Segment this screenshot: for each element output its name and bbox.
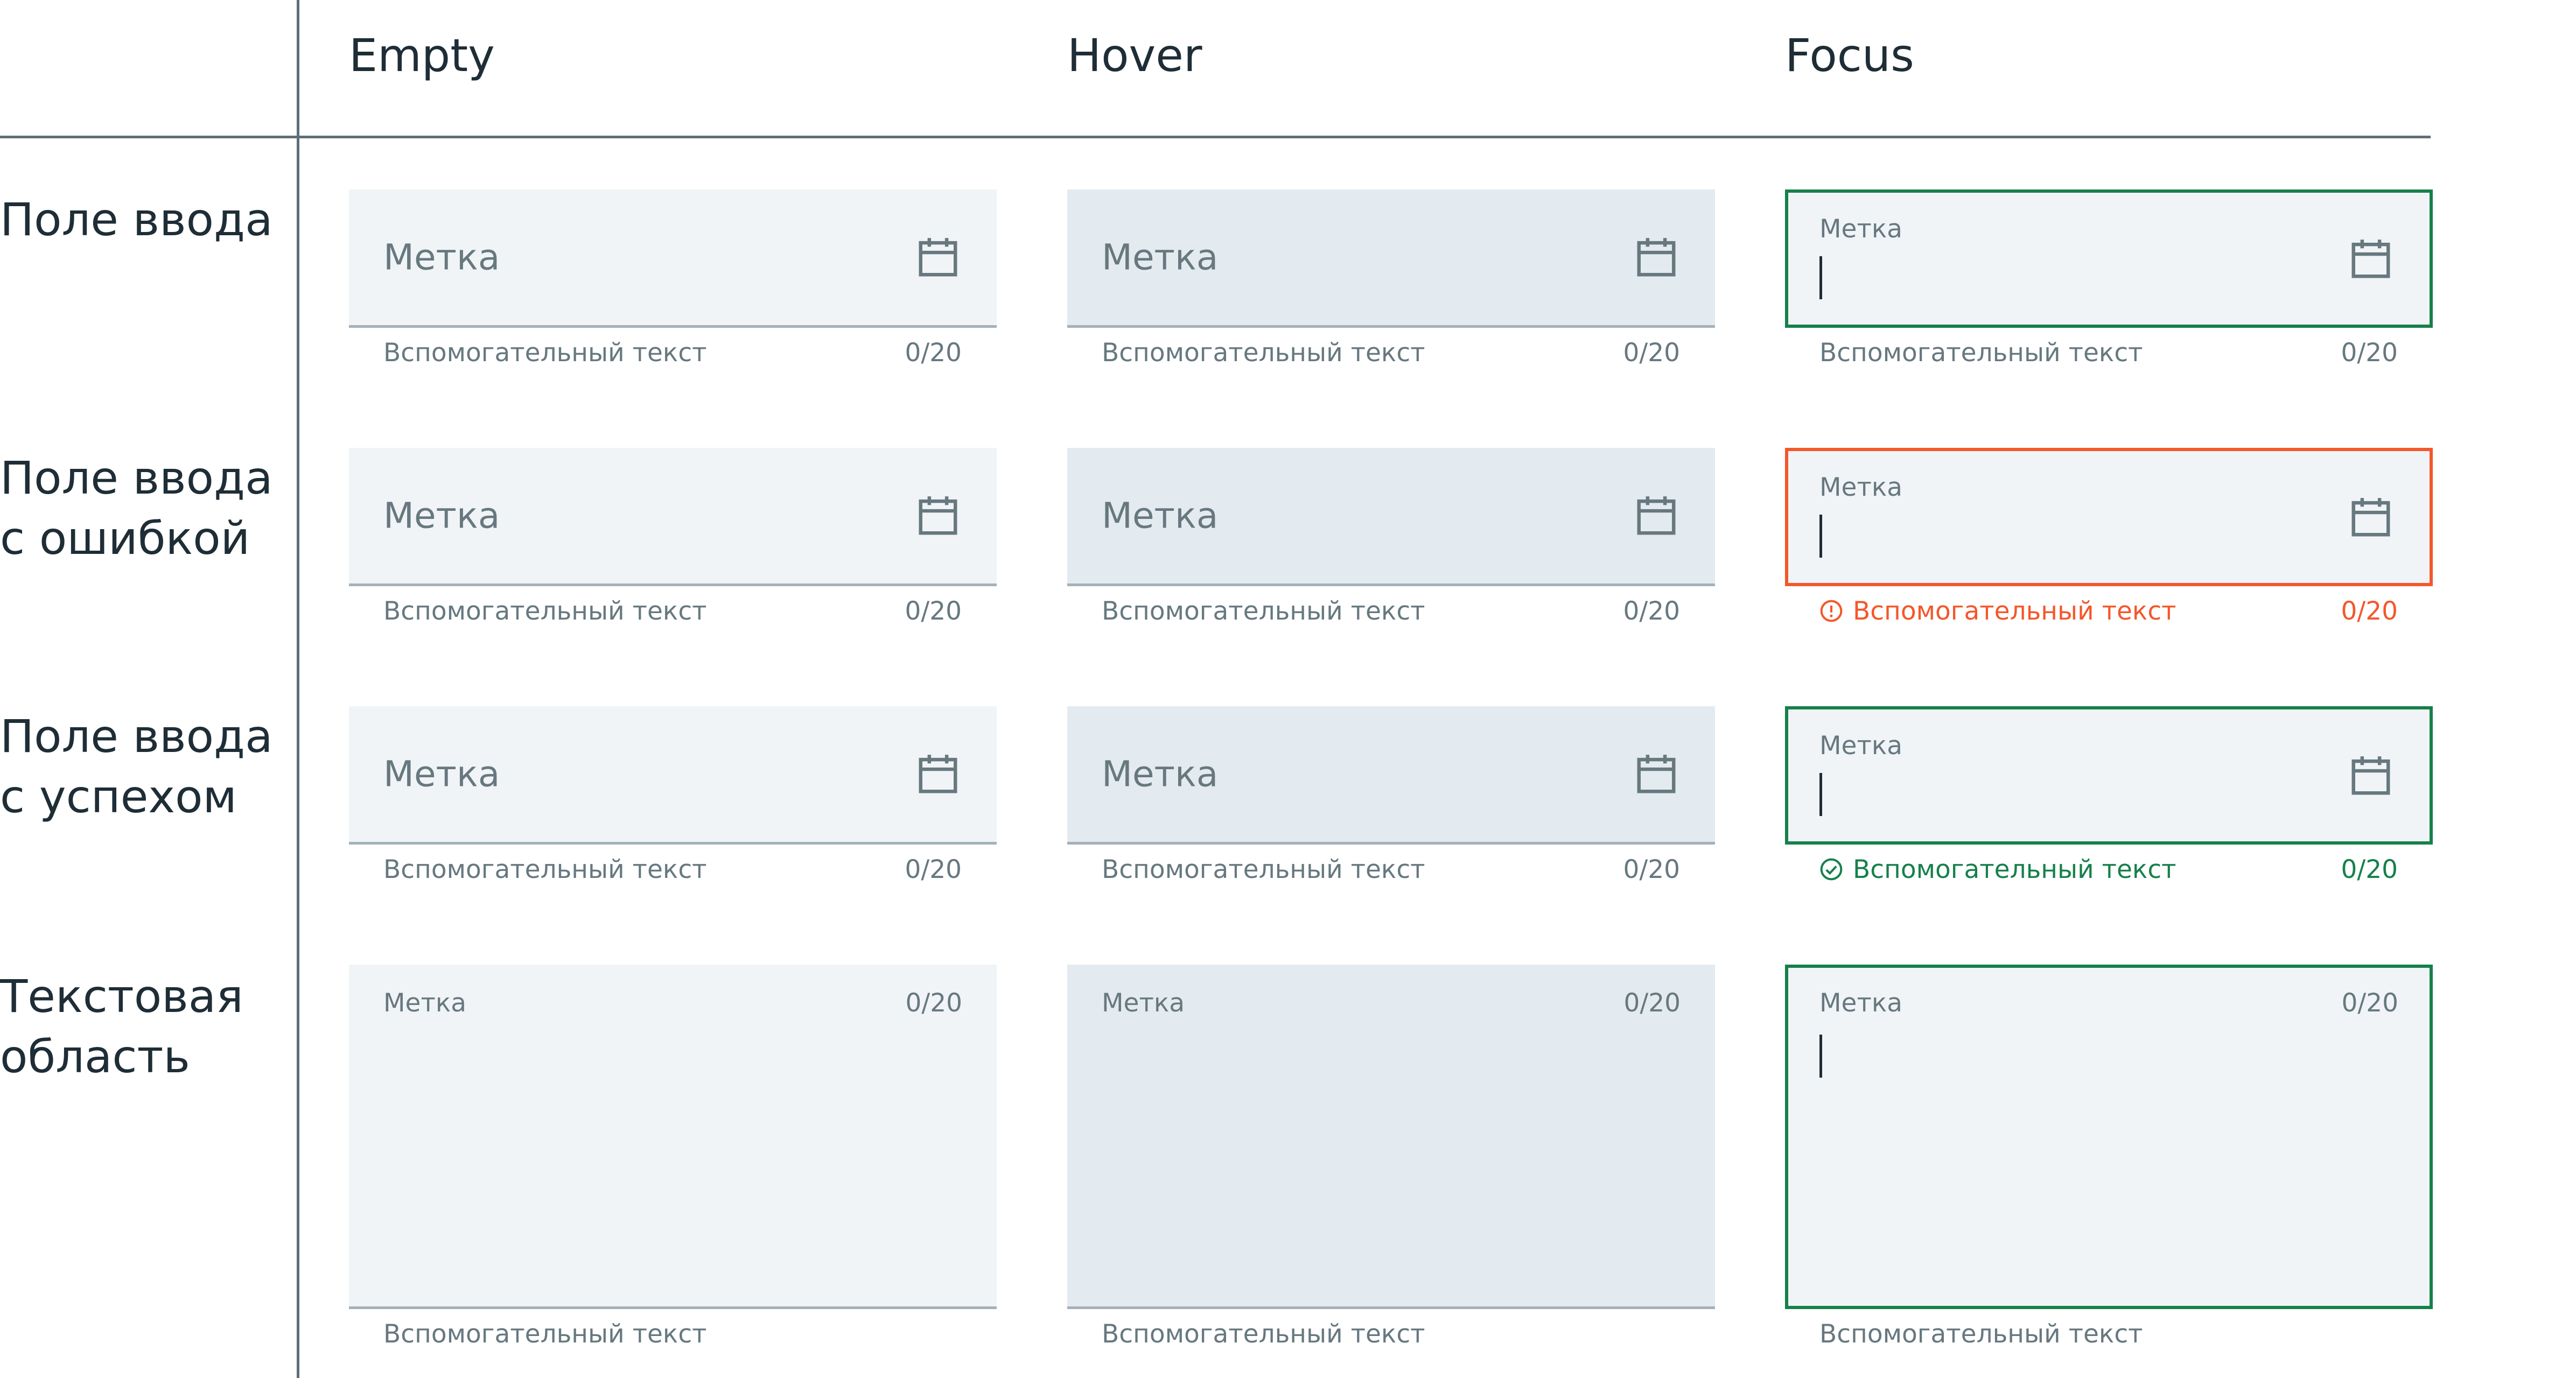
helper-text: Вспомогательный текст bbox=[1102, 596, 1425, 626]
char-counter: 0/20 bbox=[2341, 338, 2398, 368]
error-input-hover[interactable]: Метка bbox=[1067, 448, 1715, 586]
helper-text: Вспомогательный текст bbox=[1102, 338, 1425, 368]
text-input-focus[interactable]: Метка bbox=[1785, 189, 2433, 328]
text-cursor bbox=[1819, 515, 1822, 558]
input-placeholder: Метка bbox=[383, 495, 500, 537]
text-input-empty[interactable]: Метка bbox=[349, 189, 997, 328]
row-label-line: Поле ввода bbox=[0, 193, 273, 246]
helper-text: Вспомогательный текст bbox=[1853, 596, 2176, 626]
textarea-label: Метка bbox=[1102, 988, 1185, 1018]
char-counter: 0/20 bbox=[1623, 338, 1680, 368]
success-input-hover[interactable]: Метка bbox=[1067, 706, 1715, 845]
char-counter: 0/20 bbox=[1623, 855, 1680, 884]
error-helper-text: Вспомогательный текст bbox=[1819, 596, 2176, 626]
column-header-focus: Focus bbox=[1785, 29, 1914, 82]
calendar-icon[interactable] bbox=[2348, 753, 2394, 799]
text-cursor bbox=[1819, 773, 1822, 816]
row-label-line: Поле ввода bbox=[0, 452, 273, 504]
input-label: Метка bbox=[1819, 473, 1903, 502]
row-label-input: Поле ввода bbox=[0, 189, 273, 250]
helper-text: Вспомогательный текст bbox=[383, 596, 707, 626]
input-placeholder: Метка bbox=[383, 753, 500, 795]
text-input-hover[interactable]: Метка bbox=[1067, 189, 1715, 328]
textarea-label: Метка bbox=[383, 988, 467, 1018]
helper-text: Вспомогательный текст bbox=[1819, 338, 2143, 368]
check-circle-icon bbox=[1820, 858, 1843, 881]
char-counter: 0/20 bbox=[905, 338, 962, 368]
row-label-error: Поле ввода с ошибкой bbox=[0, 448, 273, 568]
alert-circle-icon bbox=[1820, 600, 1843, 622]
input-label: Метка bbox=[1819, 214, 1903, 244]
calendar-icon[interactable] bbox=[915, 493, 961, 539]
helper-text: Вспомогательный текст bbox=[1853, 855, 2176, 884]
calendar-icon[interactable] bbox=[2348, 236, 2394, 282]
char-counter: 0/20 bbox=[905, 988, 962, 1018]
column-divider bbox=[297, 0, 299, 1378]
column-header-hover: Hover bbox=[1067, 29, 1202, 82]
char-counter: 0/20 bbox=[2341, 988, 2398, 1018]
row-label-success: Поле ввода с успехом bbox=[0, 706, 273, 827]
error-input-empty[interactable]: Метка bbox=[349, 448, 997, 586]
error-input-focus[interactable]: Метка bbox=[1785, 448, 2433, 586]
helper-text: Вспомогательный текст bbox=[1102, 855, 1425, 884]
calendar-icon[interactable] bbox=[1633, 234, 1679, 280]
char-counter: 0/20 bbox=[905, 596, 962, 626]
char-counter: 0/20 bbox=[2341, 596, 2398, 626]
helper-text: Вспомогательный текст bbox=[1819, 1319, 2143, 1349]
char-counter: 0/20 bbox=[905, 855, 962, 884]
row-label-line: Текстовая bbox=[0, 970, 243, 1023]
text-cursor bbox=[1819, 256, 1822, 299]
helper-text: Вспомогательный текст bbox=[383, 338, 707, 368]
textarea-empty[interactable]: Метка 0/20 bbox=[349, 965, 997, 1309]
input-placeholder: Метка bbox=[1102, 236, 1219, 278]
calendar-icon[interactable] bbox=[915, 751, 961, 797]
textarea-focus[interactable]: Метка 0/20 bbox=[1785, 965, 2433, 1309]
row-label-line: с ошибкой bbox=[0, 512, 250, 565]
calendar-icon[interactable] bbox=[1633, 751, 1679, 797]
calendar-icon[interactable] bbox=[1633, 493, 1679, 539]
input-placeholder: Метка bbox=[1102, 753, 1219, 795]
success-input-empty[interactable]: Метка bbox=[349, 706, 997, 845]
textarea-label: Метка bbox=[1819, 988, 1903, 1018]
success-helper-text: Вспомогательный текст bbox=[1819, 855, 2176, 884]
input-placeholder: Метка bbox=[383, 236, 500, 278]
helper-text: Вспомогательный текст bbox=[383, 855, 707, 884]
row-label-line: с успехом bbox=[0, 770, 237, 823]
char-counter: 0/20 bbox=[1623, 988, 1681, 1018]
success-input-focus[interactable]: Метка bbox=[1785, 706, 2433, 845]
calendar-icon[interactable] bbox=[2348, 494, 2394, 540]
char-counter: 0/20 bbox=[2341, 855, 2398, 884]
header-divider bbox=[0, 136, 2431, 138]
helper-text: Вспомогательный текст bbox=[1102, 1319, 1425, 1349]
char-counter: 0/20 bbox=[1623, 596, 1680, 626]
input-label: Метка bbox=[1819, 731, 1903, 761]
text-cursor bbox=[1819, 1035, 1822, 1078]
row-label-line: Поле ввода bbox=[0, 710, 273, 763]
helper-text: Вспомогательный текст bbox=[383, 1319, 707, 1349]
column-header-empty: Empty bbox=[349, 29, 495, 82]
calendar-icon[interactable] bbox=[915, 234, 961, 280]
row-label-textarea: Текстовая область bbox=[0, 966, 243, 1087]
row-label-line: область bbox=[0, 1030, 190, 1083]
input-placeholder: Метка bbox=[1102, 495, 1219, 537]
textarea-hover[interactable]: Метка 0/20 bbox=[1067, 965, 1715, 1309]
